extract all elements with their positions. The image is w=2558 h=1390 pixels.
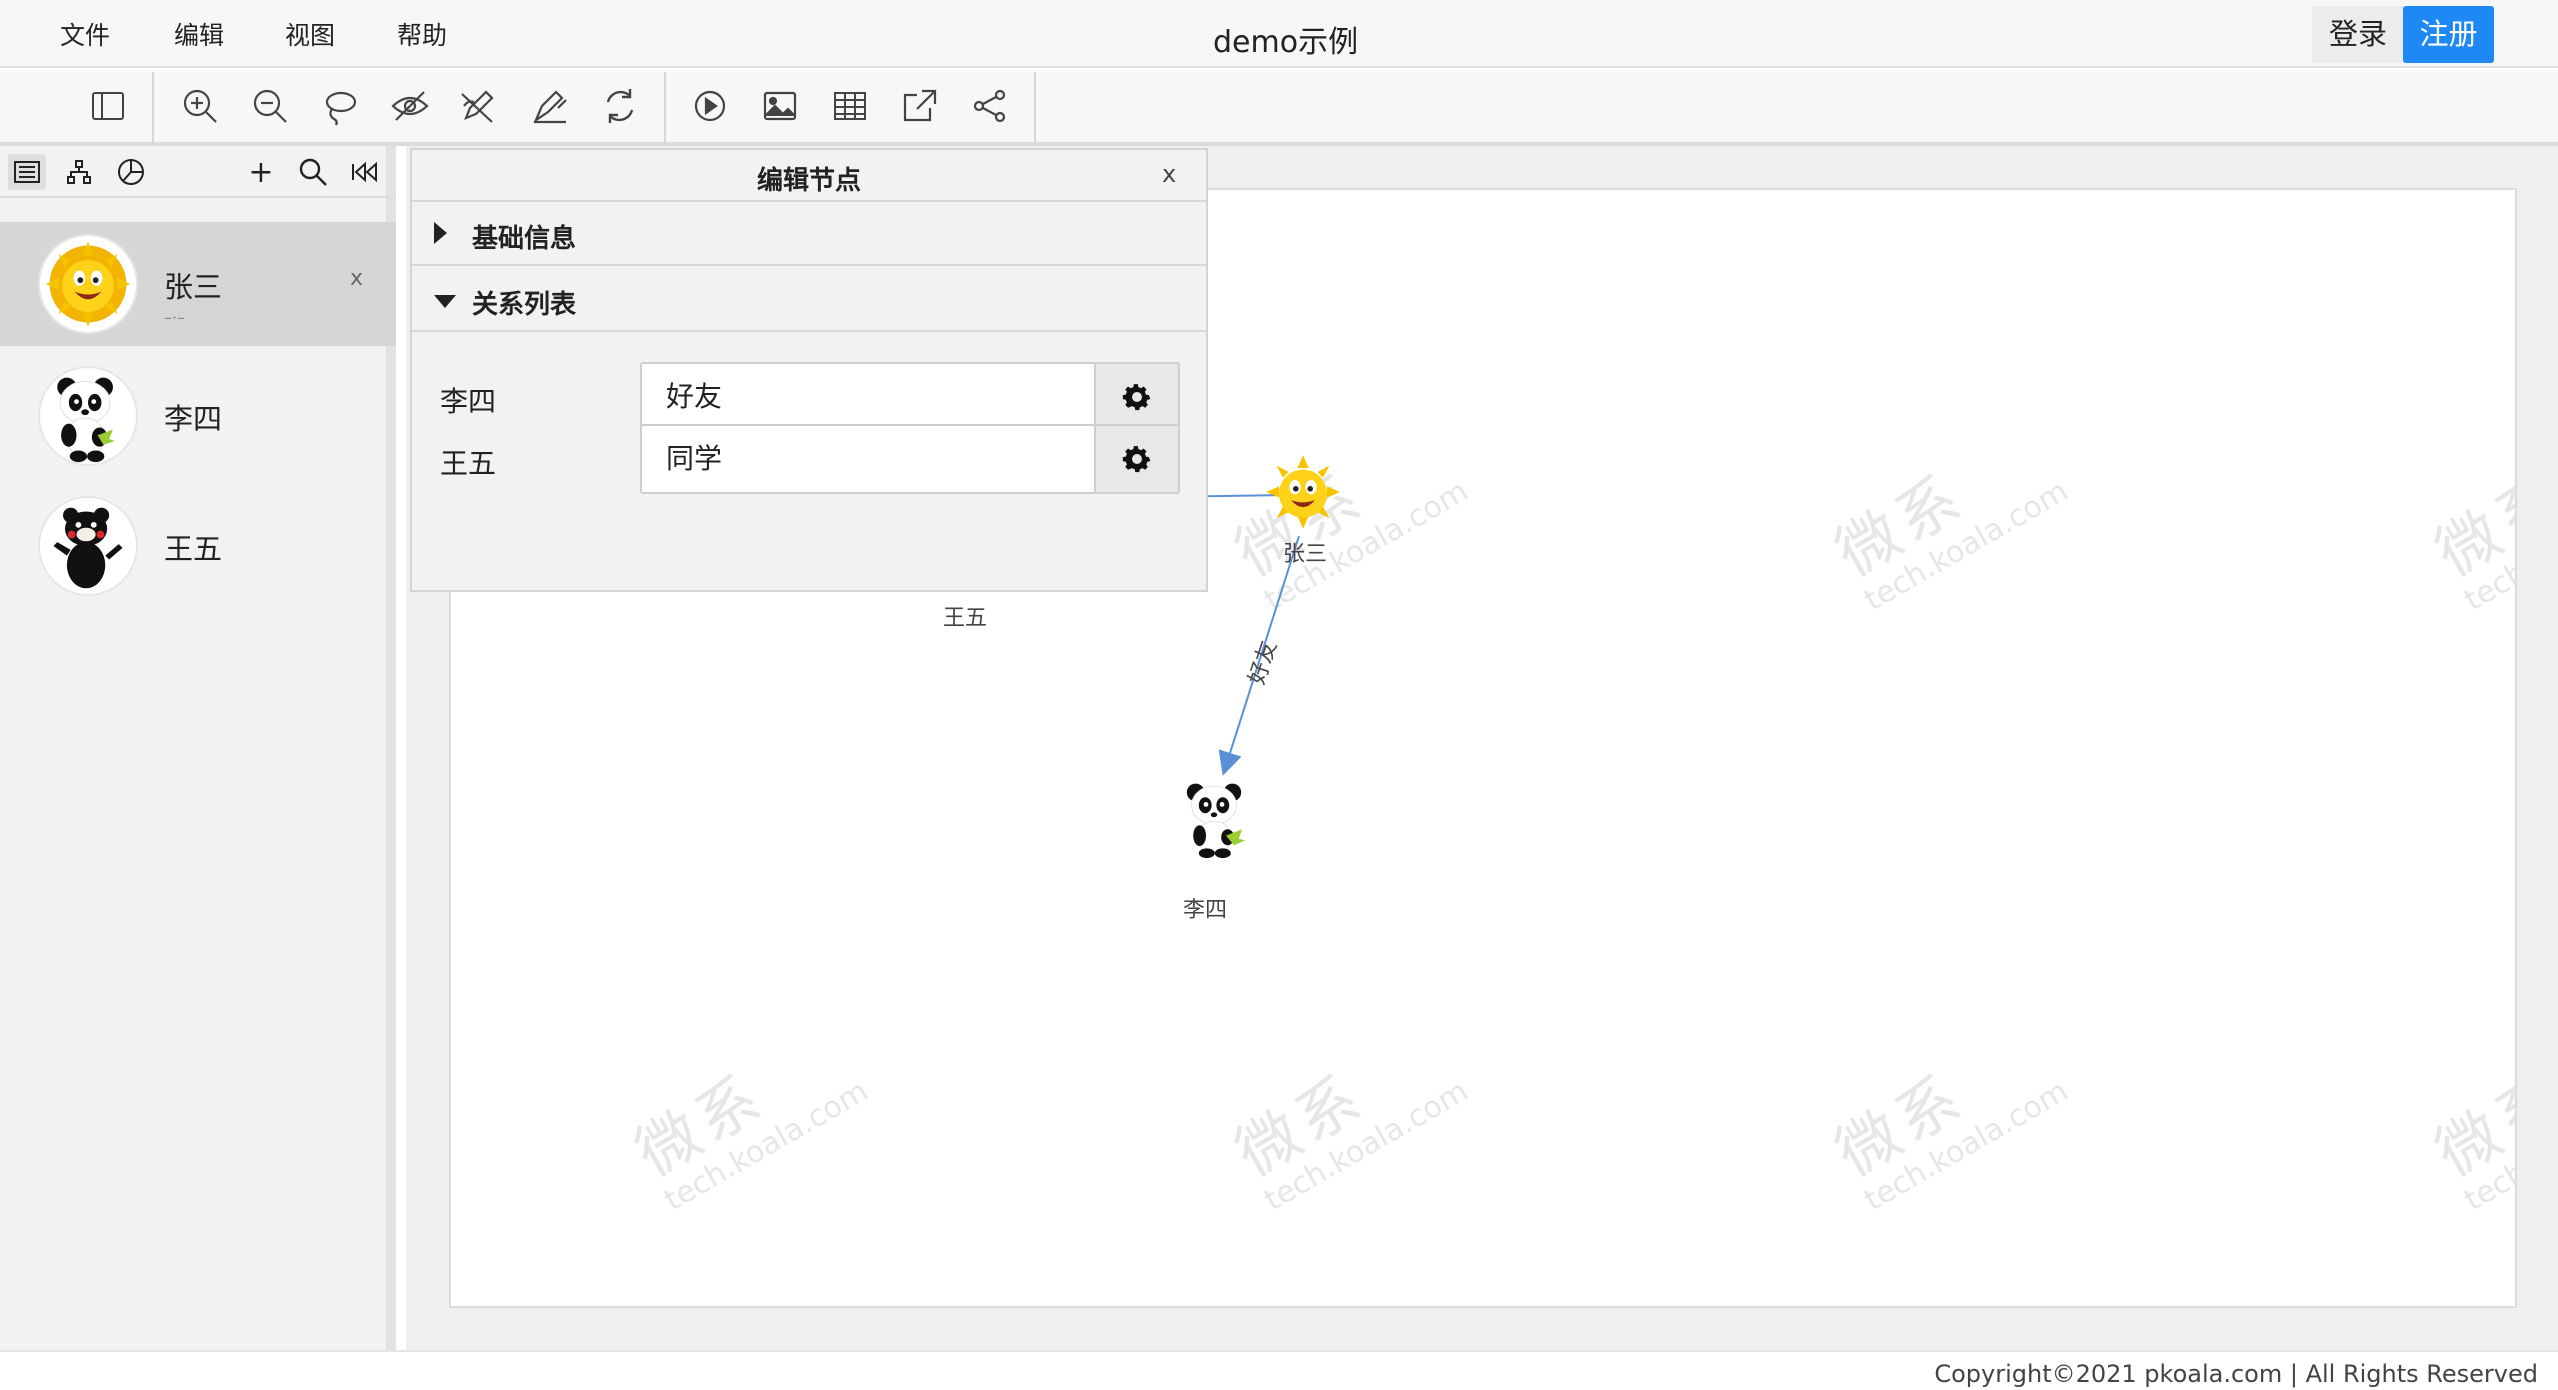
relation-row: 王五 同学: [412, 424, 1206, 494]
refresh-icon[interactable]: [600, 86, 640, 126]
node-lisi[interactable]: [1178, 778, 1258, 858]
relation-target-name: 李四: [440, 385, 497, 418]
collapse-panel-icon[interactable]: [346, 154, 384, 190]
relation-settings-button[interactable]: [1096, 362, 1180, 432]
gear-icon: [1122, 446, 1151, 473]
search-icon[interactable]: [294, 154, 332, 190]
person-item-zhangsan[interactable]: 张三 –·– x: [0, 222, 396, 346]
edit-link-icon[interactable]: [458, 86, 498, 126]
edit-panel-title: 编辑节点: [756, 166, 861, 196]
person-item-wangwu[interactable]: 王五: [0, 484, 396, 608]
image-icon[interactable]: [760, 86, 800, 126]
zoom-in-icon[interactable]: [180, 86, 220, 126]
relation-row: 李四 好友: [412, 362, 1206, 432]
node-label-lisi: 李四: [1183, 898, 1228, 923]
relation-target-name: 王五: [440, 447, 497, 480]
node-zhangsan[interactable]: [1263, 452, 1343, 532]
export-icon[interactable]: [900, 86, 940, 126]
edit-panel-header: 编辑节点 x: [412, 150, 1206, 202]
node-label-zhangsan: 张三: [1283, 542, 1328, 567]
relation-type-input[interactable]: 好友: [640, 362, 1096, 432]
relation-settings-button[interactable]: [1096, 424, 1180, 494]
caret-down-icon: [434, 295, 456, 308]
caret-right-icon: [434, 222, 447, 244]
menu-edit[interactable]: 编辑: [174, 16, 224, 52]
person-name: 王五: [164, 532, 223, 566]
tree-view-icon[interactable]: [60, 154, 98, 190]
person-name: 张三: [164, 270, 223, 304]
remove-person-button[interactable]: x: [350, 266, 363, 291]
copyright-text: Copyright©2021 pkoala.com | All Rights R…: [1934, 1360, 2538, 1388]
menu-view[interactable]: 视图: [285, 16, 335, 52]
hide-icon[interactable]: [390, 86, 430, 126]
panda-avatar: [38, 366, 138, 466]
lasso-icon[interactable]: [320, 86, 360, 126]
share-icon[interactable]: [970, 86, 1010, 126]
add-person-button[interactable]: +: [242, 154, 280, 190]
node-label-wangwu: 王五: [943, 606, 988, 631]
edit-node-panel: 编辑节点 x 基础信息 关系列表 李四 好友 王五 同学: [410, 148, 1208, 592]
register-button[interactable]: 注册: [2403, 6, 2494, 63]
section-relations[interactable]: 关系列表: [412, 268, 1206, 332]
person-subtitle: –·–: [164, 308, 186, 327]
menubar: 文件 编辑 视图 帮助 demo示例 登录 注册: [0, 0, 2558, 68]
login-button[interactable]: 登录: [2312, 6, 2404, 63]
sun-avatar: [38, 234, 138, 334]
relation-type-input[interactable]: 同学: [640, 424, 1096, 494]
play-icon[interactable]: [690, 86, 730, 126]
auto-layout-icon[interactable]: [530, 86, 570, 126]
table-icon[interactable]: [830, 86, 870, 126]
gear-icon: [1122, 384, 1151, 411]
panel-tabs: +: [0, 146, 396, 198]
bear-avatar: [38, 496, 138, 596]
zoom-out-icon[interactable]: [250, 86, 290, 126]
menu-file[interactable]: 文件: [60, 16, 110, 52]
footer: Copyright©2021 pkoala.com | All Rights R…: [0, 1350, 2558, 1390]
close-button[interactable]: x: [1162, 160, 1176, 188]
person-item-lisi[interactable]: 李四: [0, 354, 396, 478]
people-panel: + 张三 –·– x 李四 王五: [0, 146, 396, 1350]
list-view-icon[interactable]: [8, 154, 46, 190]
sidebar-toggle-icon[interactable]: [88, 86, 128, 126]
pie-chart-icon[interactable]: [112, 154, 150, 190]
menu-help[interactable]: 帮助: [397, 16, 447, 52]
toolbar: [0, 70, 2558, 146]
person-name: 李四: [164, 402, 223, 436]
section-basic-info[interactable]: 基础信息: [412, 202, 1206, 266]
app-title: demo示例: [1213, 25, 1359, 60]
